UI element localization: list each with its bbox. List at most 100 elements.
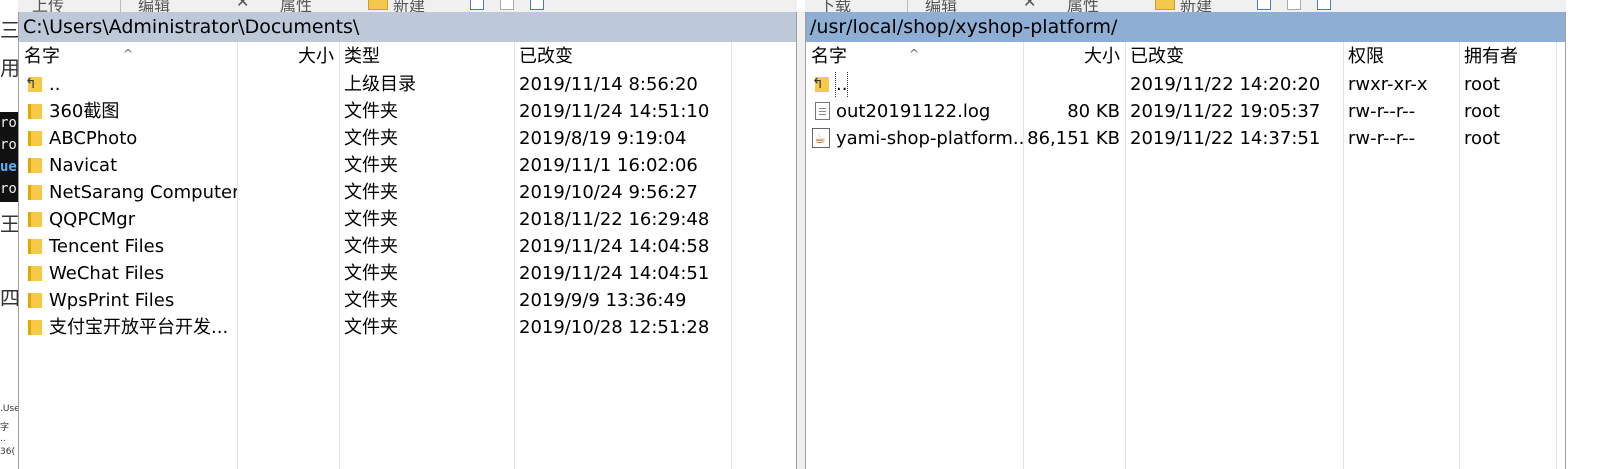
file-name-cell: ABCPhoto xyxy=(19,125,237,152)
file-name: .. xyxy=(49,74,61,95)
column-header-modified[interactable]: 已改变 xyxy=(1125,42,1343,71)
file-name-cell: yami-shop-platform... xyxy=(806,125,1023,152)
table-row[interactable]: WeChat Files 文件夹 2019/11/24 14:04:51 xyxy=(19,260,796,287)
file-name: NetSarang Computer xyxy=(49,182,237,203)
remote-column-header: 名字 ^ 大小 已改变 权限 拥有者 xyxy=(806,42,1565,71)
view-icon[interactable] xyxy=(1317,0,1331,10)
column-header-type[interactable]: 类型 xyxy=(339,42,514,71)
column-header-permissions[interactable]: 权限 xyxy=(1343,42,1459,71)
sort-asc-icon: ^ xyxy=(123,47,134,61)
view-icon[interactable] xyxy=(1287,0,1301,10)
local-file-pane: C:\Users\Administrator\Documents\ 名字 ^ 大… xyxy=(18,12,797,469)
column-header-label: 已改变 xyxy=(1130,46,1184,67)
file-name: ABCPhoto xyxy=(49,128,138,149)
file-name-cell: 360截图 xyxy=(19,98,237,125)
column-header-name[interactable]: 名字 ^ xyxy=(806,42,1023,71)
file-type: 上级目录 xyxy=(344,74,416,95)
file-modified: 2019/11/22 19:05:37 xyxy=(1130,101,1321,122)
file-type: 文件夹 xyxy=(344,236,398,257)
file-name: yami-shop-platform... xyxy=(836,128,1023,149)
file-name-cell: 支付宝开放平台开发... xyxy=(19,314,237,341)
remote-file-pane: /usr/local/shop/xyshop-platform/ 名字 ^ 大小… xyxy=(805,12,1566,469)
file-modified: 2019/8/19 9:19:04 xyxy=(519,128,687,149)
file-modified: 2018/11/22 16:29:48 xyxy=(519,209,710,230)
file-name: QQPCMgr xyxy=(49,209,136,230)
column-header-owner[interactable]: 拥有者 xyxy=(1459,42,1556,71)
file-modified: 2019/10/24 9:56:27 xyxy=(519,182,698,203)
view-icon[interactable] xyxy=(500,0,514,10)
bg-terminal-line: ro xyxy=(0,137,17,153)
folder-icon xyxy=(28,266,42,281)
file-modified: 2019/11/14 8:56:20 xyxy=(519,74,698,95)
up-folder-icon xyxy=(25,71,42,98)
text-file-icon xyxy=(815,102,830,120)
local-path-bar[interactable]: C:\Users\Administrator\Documents\ xyxy=(19,12,796,42)
table-row[interactable]: .. 上级目录 2019/11/14 8:56:20 xyxy=(19,71,796,98)
new-folder-icon[interactable] xyxy=(1155,0,1175,10)
file-size: 80 KB xyxy=(1067,101,1120,122)
table-row[interactable]: yami-shop-platform... 86,151 KB 2019/11/… xyxy=(806,125,1565,152)
file-modified: 2019/10/28 12:51:28 xyxy=(519,317,710,338)
file-modified: 2019/11/1 16:02:06 xyxy=(519,155,698,176)
view-icon[interactable] xyxy=(1257,0,1271,10)
table-row[interactable]: 360截图 文件夹 2019/11/24 14:51:10 xyxy=(19,98,796,125)
file-name-cell: Tencent Files xyxy=(19,233,237,260)
file-type: 文件夹 xyxy=(344,263,398,284)
file-name-cell: WeChat Files xyxy=(19,260,237,287)
remote-path-bar[interactable]: /usr/local/shop/xyshop-platform/ xyxy=(806,12,1565,42)
table-row[interactable]: ABCPhoto 文件夹 2019/8/19 9:19:04 xyxy=(19,125,796,152)
table-row[interactable]: WpsPrint Files 文件夹 2019/9/9 13:36:49 xyxy=(19,287,796,314)
file-permissions: rw-r--r-- xyxy=(1348,101,1416,122)
column-header-size[interactable]: 大小 xyxy=(1023,42,1125,71)
background-window-strip: 三 用 ro ro ue ro 王 四 .Use 字 .. 36( xyxy=(0,0,18,469)
file-permissions: rwxr-xr-x xyxy=(1348,74,1428,95)
jar-file-icon xyxy=(812,126,830,152)
folder-icon xyxy=(28,185,42,200)
pane-splitter[interactable] xyxy=(797,12,805,469)
delete-icon[interactable]: ✕ xyxy=(1023,0,1036,11)
delete-icon[interactable]: ✕ xyxy=(236,0,249,11)
file-type: 文件夹 xyxy=(344,317,398,338)
file-name: WeChat Files xyxy=(49,263,165,284)
view-icon[interactable] xyxy=(470,0,484,10)
folder-icon xyxy=(28,239,42,254)
column-header-name[interactable]: 名字 ^ xyxy=(19,42,237,71)
column-header-label: 已改变 xyxy=(519,46,573,67)
bg-terminal-line: ro xyxy=(0,115,17,131)
table-row[interactable]: out20191122.log 80 KB 2019/11/22 19:05:3… xyxy=(806,98,1565,125)
folder-icon xyxy=(28,212,42,227)
view-icon[interactable] xyxy=(530,0,544,10)
file-modified: 2019/11/22 14:37:51 xyxy=(1130,128,1321,149)
table-row[interactable]: QQPCMgr 文件夹 2018/11/22 16:29:48 xyxy=(19,206,796,233)
bg-tiny-text: .Use xyxy=(0,404,18,414)
file-name: Navicat xyxy=(49,155,118,176)
column-header-label: 类型 xyxy=(344,46,380,67)
file-name-cell: .. xyxy=(806,71,1023,98)
bg-char: 用 xyxy=(0,56,18,80)
file-name-cell: .. xyxy=(19,71,237,98)
file-size xyxy=(1023,71,1125,98)
bg-char: 王 xyxy=(0,212,18,236)
window-margin xyxy=(1566,12,1618,469)
bg-terminal-line: ro xyxy=(0,181,17,197)
file-type: 文件夹 xyxy=(344,182,398,203)
bg-terminal: ro ro ue ro xyxy=(0,112,18,202)
table-row[interactable]: .. 2019/11/22 14:20:20 rwxr-xr-x root xyxy=(806,71,1565,98)
file-type: 文件夹 xyxy=(344,209,398,230)
file-name: WpsPrint Files xyxy=(49,290,175,311)
file-type: 文件夹 xyxy=(344,128,398,149)
file-modified: 2019/11/24 14:04:58 xyxy=(519,236,710,257)
sort-asc-icon: ^ xyxy=(909,47,920,61)
table-row[interactable]: NetSarang Computer 文件夹 2019/10/24 9:56:2… xyxy=(19,179,796,206)
column-header-size[interactable]: 大小 xyxy=(237,42,339,71)
column-header-label: 大小 xyxy=(1084,46,1120,67)
bg-char: 四 xyxy=(0,286,18,310)
folder-icon xyxy=(28,293,42,308)
table-row[interactable]: Tencent Files 文件夹 2019/11/24 14:04:58 xyxy=(19,233,796,260)
file-name: .. xyxy=(834,71,849,98)
column-header-modified[interactable]: 已改变 xyxy=(514,42,731,71)
folder-icon xyxy=(28,104,42,119)
table-row[interactable]: Navicat 文件夹 2019/11/1 16:02:06 xyxy=(19,152,796,179)
new-folder-icon[interactable] xyxy=(368,0,388,10)
table-row[interactable]: 支付宝开放平台开发... 文件夹 2019/10/28 12:51:28 xyxy=(19,314,796,341)
